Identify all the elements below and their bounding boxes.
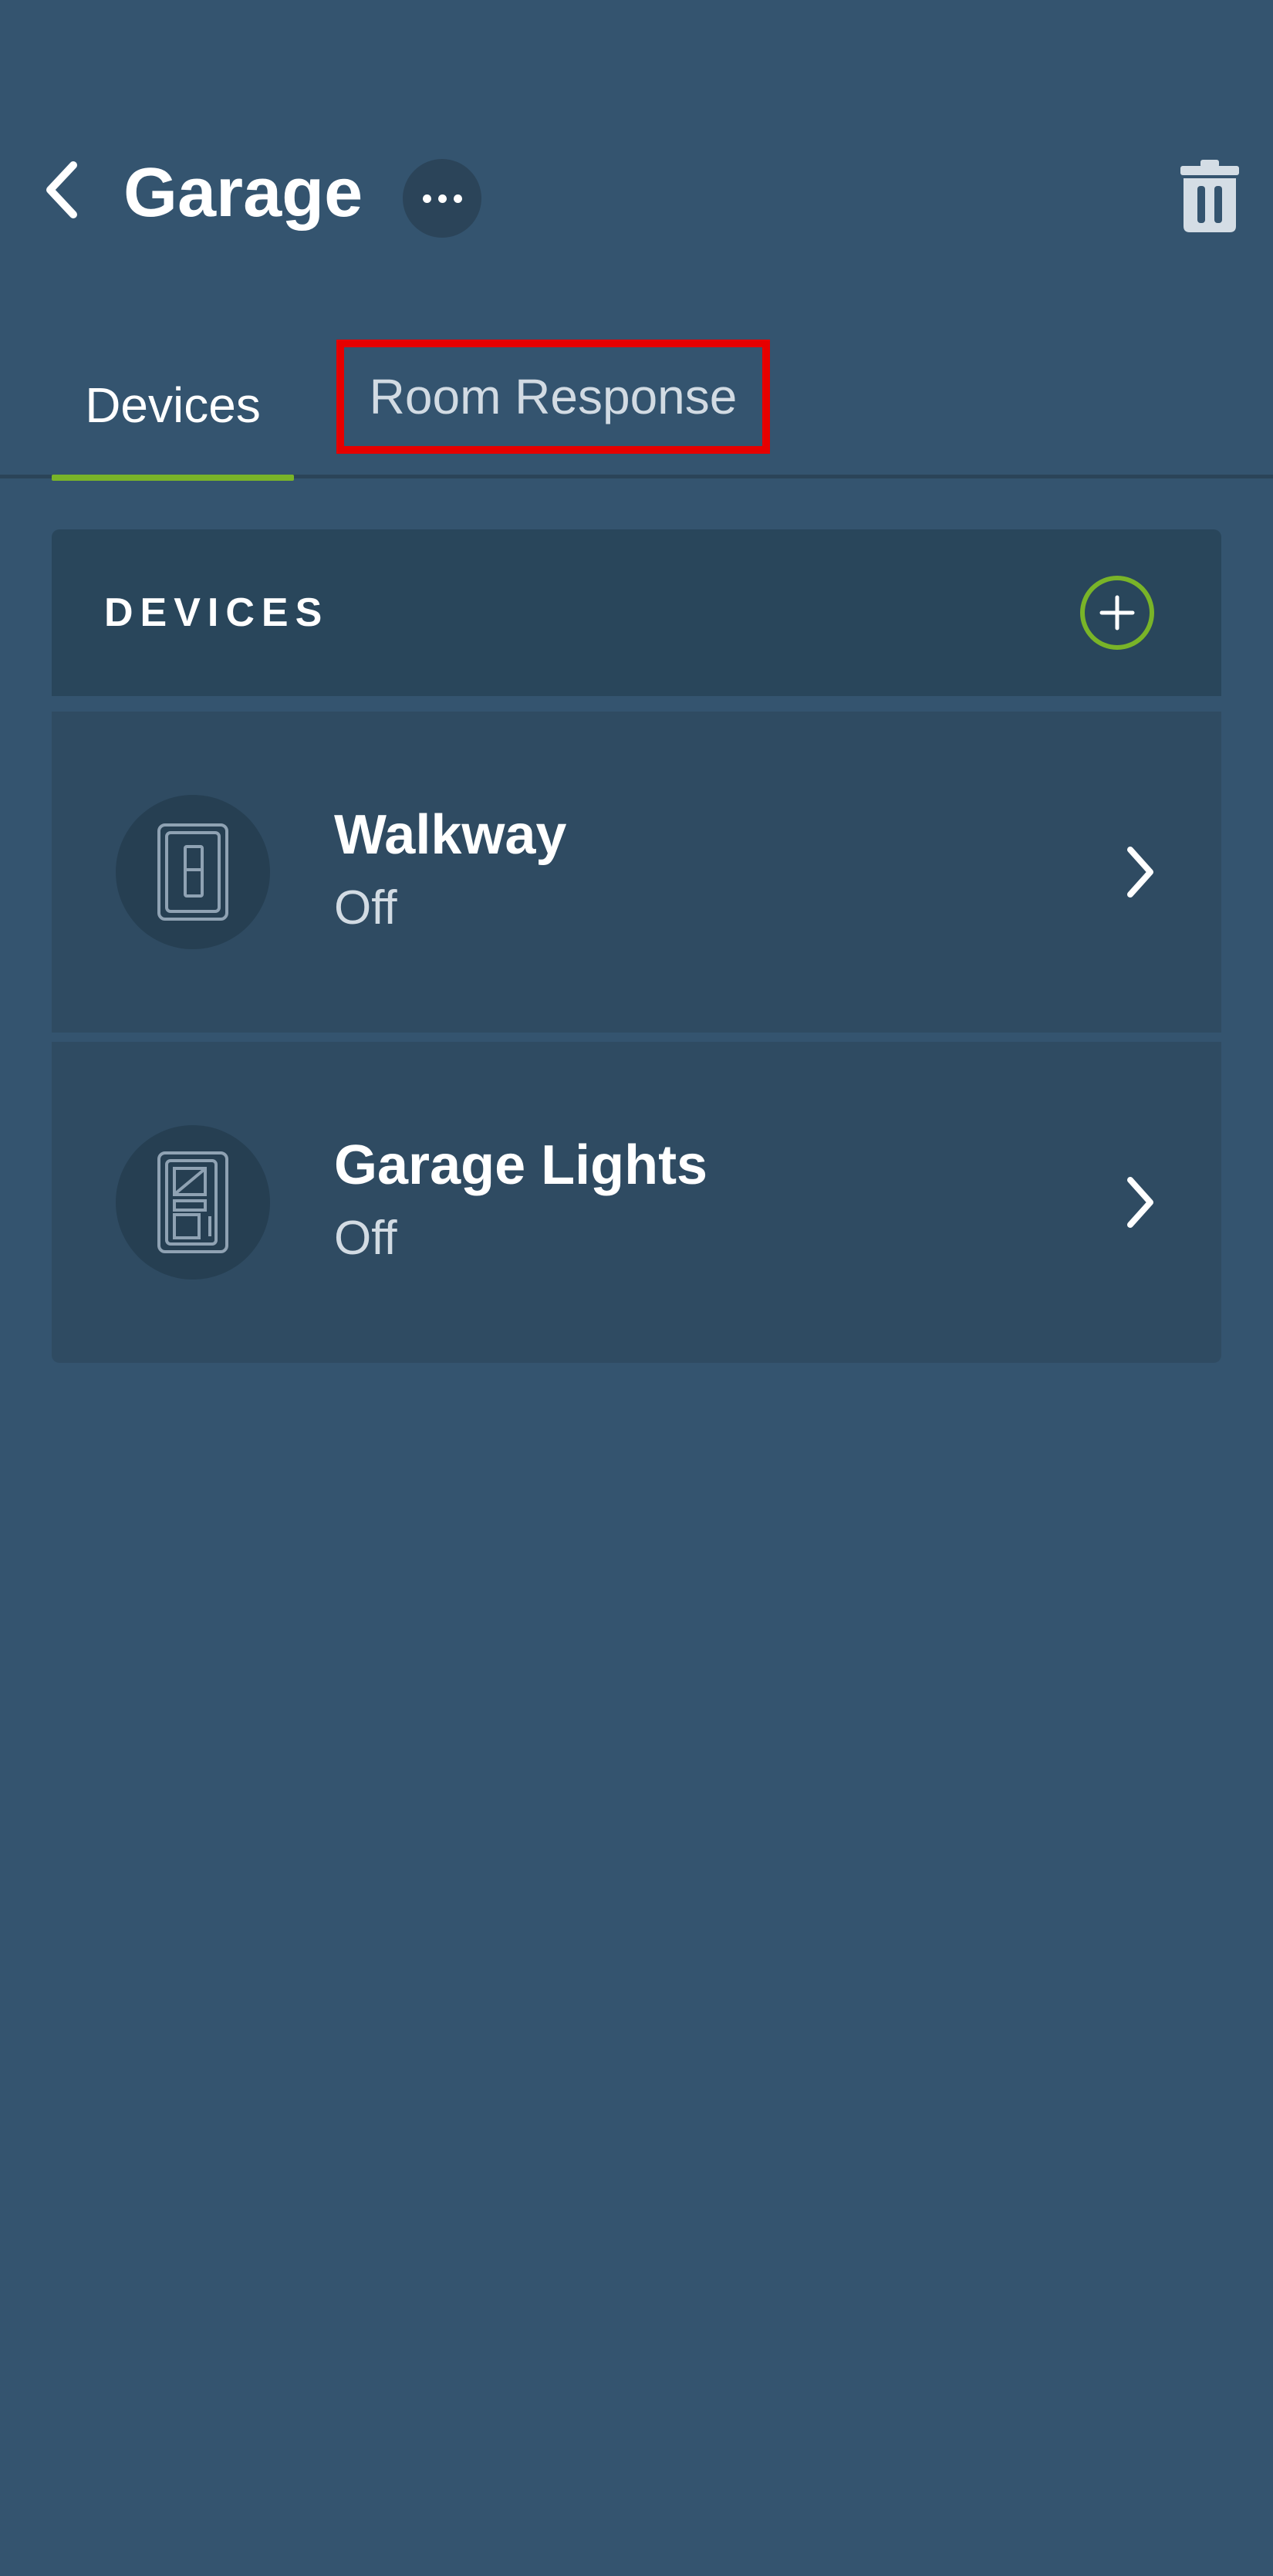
- tab-room-response-label: Room Response: [369, 369, 738, 424]
- device-status: Off: [334, 1212, 397, 1265]
- page-title: Garage: [123, 154, 363, 232]
- device-icon-container: [116, 795, 270, 949]
- trash-icon: [1180, 160, 1239, 232]
- device-icon-container: [116, 1125, 270, 1280]
- tab-bar: Devices Room Response: [0, 332, 1273, 481]
- chevron-left-icon: [46, 161, 77, 218]
- tab-devices[interactable]: Devices: [52, 332, 294, 481]
- delete-room-button[interactable]: [1173, 154, 1247, 239]
- app-header: Garage: [0, 0, 1273, 293]
- back-button[interactable]: [31, 151, 93, 228]
- devices-section-header: DEVICES: [52, 529, 1221, 696]
- tab-devices-label: Devices: [85, 377, 261, 433]
- device-row-garage-lights[interactable]: Garage Lights Off: [52, 1042, 1221, 1363]
- add-device-button[interactable]: [1080, 576, 1154, 650]
- more-options-button[interactable]: [403, 159, 481, 238]
- chevron-right-icon: [1109, 1164, 1170, 1241]
- tab-room-response[interactable]: Room Response: [336, 340, 770, 454]
- devices-section-title: DEVICES: [104, 590, 329, 635]
- add-circle-icon: [1099, 595, 1135, 630]
- device-status: Off: [334, 881, 397, 935]
- chevron-right-icon: [1109, 833, 1170, 911]
- device-name: Garage Lights: [334, 1134, 708, 1196]
- more-horizontal-icon: [422, 194, 462, 203]
- dimmer-switch-icon: [157, 1151, 228, 1253]
- device-row-walkway[interactable]: Walkway Off: [52, 712, 1221, 1033]
- light-switch-icon: [157, 823, 228, 921]
- device-name: Walkway: [334, 804, 567, 866]
